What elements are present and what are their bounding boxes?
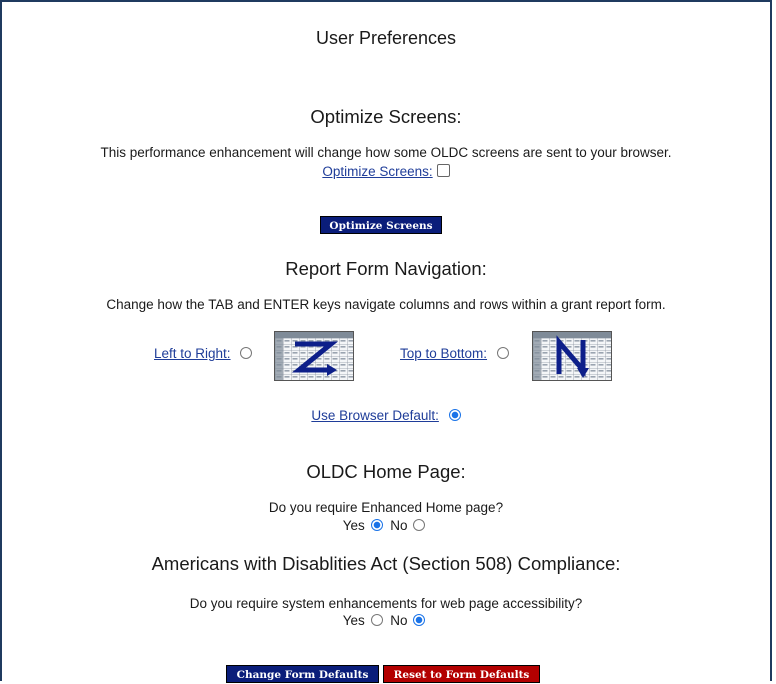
ada-yes-label: Yes xyxy=(342,613,365,628)
page-title: User Preferences xyxy=(315,28,457,48)
home-page-question: Do you require Enhanced Home page? xyxy=(268,500,504,515)
left-to-right-option: Left to Right: xyxy=(154,346,253,361)
home-page-yes-label: Yes xyxy=(342,518,365,533)
ada-no-radio[interactable] xyxy=(413,614,426,626)
left-to-right-radio[interactable] xyxy=(240,347,253,359)
ada-heading: Americans with Disablities Act (Section … xyxy=(151,553,621,574)
top-to-bottom-link[interactable]: Top to Bottom: xyxy=(400,346,487,361)
n-pattern-grid-icon xyxy=(532,331,612,381)
browser-default-row: Use Browser Default: xyxy=(0,408,772,423)
home-page-no-label: No xyxy=(390,518,408,533)
reset-form-defaults-button[interactable]: Reset to Form Defaults xyxy=(383,665,540,683)
home-page-no-radio[interactable] xyxy=(413,519,426,531)
browser-default-link[interactable]: Use Browser Default: xyxy=(311,408,439,423)
optimize-description: This performance enhancement will change… xyxy=(100,145,672,160)
home-page-choices: Yes No xyxy=(0,518,772,533)
ada-choices: Yes No xyxy=(0,613,772,628)
browser-default-radio[interactable] xyxy=(448,409,461,421)
navigation-options: Left to Right: Top to Bottom: xyxy=(0,328,772,381)
optimize-screens-button[interactable]: Optimize Screens xyxy=(320,216,442,234)
optimize-screens-checkbox[interactable] xyxy=(436,164,450,177)
ada-yes-radio[interactable] xyxy=(370,614,383,626)
navigation-heading: Report Form Navigation: xyxy=(285,258,487,279)
z-pattern-grid-icon xyxy=(274,331,354,381)
home-page-heading: OLDC Home Page: xyxy=(306,461,466,482)
optimize-screens-link[interactable]: Optimize Screens: xyxy=(322,164,432,179)
navigation-description: Change how the TAB and ENTER keys naviga… xyxy=(106,297,666,312)
top-to-bottom-radio[interactable] xyxy=(496,347,509,359)
optimize-checkbox-row: Optimize Screens: xyxy=(0,164,772,179)
home-page-yes-radio[interactable] xyxy=(370,519,383,531)
left-to-right-link[interactable]: Left to Right: xyxy=(154,346,231,361)
change-form-defaults-button[interactable]: Change Form Defaults xyxy=(226,665,379,683)
ada-question: Do you require system enhancements for w… xyxy=(189,596,583,611)
ada-no-label: No xyxy=(390,613,408,628)
optimize-heading: Optimize Screens: xyxy=(310,106,462,127)
top-to-bottom-option: Top to Bottom: xyxy=(400,346,509,361)
